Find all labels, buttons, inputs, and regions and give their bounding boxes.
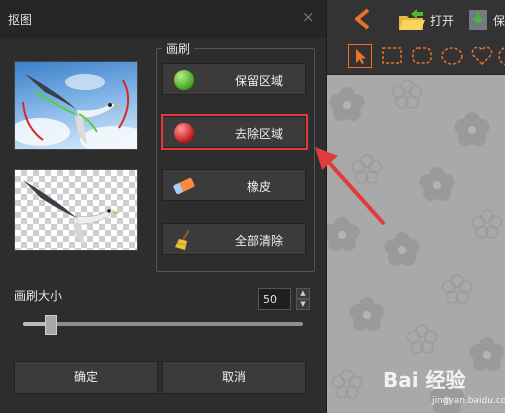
brush-size-slider-track[interactable] <box>23 322 303 326</box>
green-ball-icon <box>174 70 194 90</box>
close-icon[interactable]: × <box>302 8 315 26</box>
brush-size-increment-button[interactable]: ▲ <box>296 288 310 299</box>
original-image-preview <box>14 61 138 150</box>
brush-group-label: 画刷 <box>162 40 195 57</box>
editing-canvas[interactable] <box>327 75 505 413</box>
seagull-photo <box>15 74 137 149</box>
dialog-title: 抠图 <box>8 13 33 27</box>
brush-size-decrement-button[interactable]: ▼ <box>296 299 310 310</box>
ok-button[interactable]: 确定 <box>14 361 158 394</box>
save-icon[interactable] <box>467 8 489 32</box>
floral-background-pattern <box>327 79 505 413</box>
baidu-watermark: Bai 经验 <box>383 368 466 392</box>
selected-tool-highlight <box>161 114 308 150</box>
open-folder-icon[interactable] <box>397 8 427 32</box>
clear-all-label: 全部清除 <box>234 234 283 248</box>
open-label[interactable]: 打开 <box>430 12 454 29</box>
seagull-cutout <box>23 180 120 246</box>
eraser-icon <box>173 177 195 195</box>
dialog-title-bar: 抠图 × <box>0 0 326 38</box>
ellipse-select-icon[interactable] <box>440 44 464 68</box>
back-chevron-icon[interactable] <box>353 8 371 30</box>
brush-size-slider-thumb[interactable] <box>45 315 57 335</box>
pointer-icon[interactable] <box>348 44 372 68</box>
brush-size-input[interactable]: 50 <box>258 288 291 310</box>
broom-icon <box>175 229 190 250</box>
rounded-rect-select-icon[interactable] <box>410 44 434 68</box>
annotation-arrow <box>315 147 386 226</box>
save-label[interactable]: 保 <box>493 12 505 29</box>
eraser-button[interactable]: 橡皮 <box>162 169 306 201</box>
main-toolbar: 打开 保 <box>327 0 505 38</box>
heart-select-icon[interactable] <box>470 44 494 68</box>
brush-size-label: 画刷大小 <box>14 289 63 303</box>
eraser-label: 橡皮 <box>246 180 271 194</box>
more-select-icon[interactable] <box>496 44 505 68</box>
cutout-result-preview <box>14 169 138 251</box>
cancel-button[interactable]: 取消 <box>162 361 306 394</box>
clear-all-button[interactable]: 全部清除 <box>162 223 306 255</box>
watermark-url: jingyan.baidu.com <box>432 396 505 406</box>
keep-area-label: 保留区域 <box>234 74 283 88</box>
rect-select-icon[interactable] <box>380 44 404 68</box>
keep-area-button[interactable]: 保留区域 <box>162 63 306 95</box>
